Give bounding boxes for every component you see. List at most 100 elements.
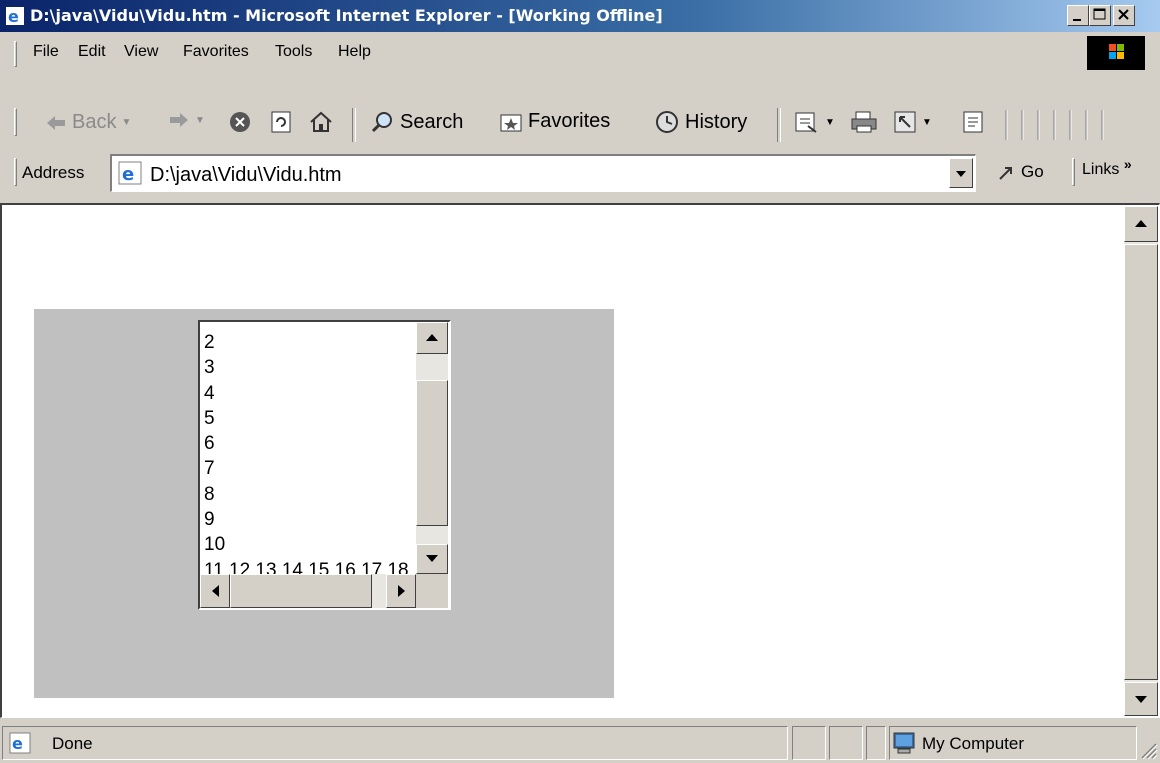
list-vertical-scrollbar[interactable] <box>416 322 448 574</box>
address-label: Address <box>22 163 85 182</box>
minimize-icon <box>1073 19 1081 21</box>
list-scroll-thumb[interactable] <box>416 380 448 526</box>
menu-grip[interactable] <box>14 41 17 67</box>
go-label: Go <box>1021 162 1044 181</box>
toolbar-empty-area <box>1005 110 1104 140</box>
status-pane: e <box>2 726 788 760</box>
list-item[interactable]: 6 <box>204 431 409 456</box>
list-scroll-left-button[interactable] <box>200 574 230 608</box>
list-scroll-corner <box>416 574 448 608</box>
list-item[interactable]: 5 <box>204 406 409 431</box>
minimize-button[interactable] <box>1067 5 1089 26</box>
printer-icon <box>851 111 877 133</box>
mail-dropdown-icon[interactable]: ▼ <box>825 117 835 128</box>
maximize-button[interactable] <box>1089 5 1111 26</box>
list-item[interactable]: 7 <box>204 456 409 481</box>
scroll-up-arrow-icon <box>426 334 438 341</box>
search-button[interactable]: Search <box>371 110 463 134</box>
menu-help[interactable]: Help <box>338 43 371 61</box>
list-item[interactable]: 8 <box>204 482 409 507</box>
scroll-up-button[interactable] <box>1124 206 1158 242</box>
menu-edit[interactable]: Edit <box>78 43 106 61</box>
forward-dropdown-icon[interactable]: ▼ <box>195 115 205 126</box>
list-hscroll-thumb[interactable] <box>230 574 372 608</box>
toolbar-separator <box>777 108 781 142</box>
back-arrow-icon <box>47 115 65 130</box>
scroll-down-arrow-icon <box>426 555 438 562</box>
links-grip[interactable] <box>1072 158 1075 186</box>
scroll-left-arrow-icon <box>212 585 219 597</box>
menu-tools[interactable]: Tools <box>275 43 312 61</box>
list-item[interactable]: 2 <box>204 330 409 355</box>
maximize-icon <box>1093 8 1106 20</box>
list-scroll-right-button[interactable] <box>386 574 416 608</box>
menu-file[interactable]: File <box>33 43 59 61</box>
forward-arrow-icon <box>170 113 188 127</box>
refresh-button[interactable] <box>270 110 292 134</box>
search-label: Search <box>400 110 464 133</box>
toolbar-grip[interactable] <box>14 108 17 136</box>
address-bar: Address e D:\java\Vidu\Vidu.htm Go Links… <box>0 148 1160 200</box>
back-dropdown-icon[interactable]: ▼ <box>121 117 131 128</box>
mail-button[interactable]: ▼ <box>794 110 835 134</box>
svg-text:e: e <box>8 7 19 25</box>
page-scroll-thumb[interactable] <box>1124 244 1158 680</box>
links-label: Links <box>1082 161 1120 178</box>
menu-favorites[interactable]: Favorites <box>183 43 249 61</box>
address-grip[interactable] <box>14 158 17 186</box>
applet-list-box[interactable]: 2 3 4 5 6 7 8 9 10 11 12 13 14 15 16 17 … <box>198 320 451 610</box>
edit-page-icon <box>894 111 916 133</box>
discuss-icon <box>963 111 983 133</box>
stop-button[interactable] <box>228 110 252 134</box>
list-item[interactable]: 3 <box>204 355 409 380</box>
close-icon <box>1118 9 1129 20</box>
history-button[interactable]: History <box>654 110 747 134</box>
zone-text: My Computer <box>922 734 1025 753</box>
svg-text:e: e <box>12 734 23 753</box>
edit-dropdown-icon[interactable]: ▼ <box>922 117 932 128</box>
menu-view[interactable]: View <box>124 43 158 61</box>
address-input[interactable]: e D:\java\Vidu\Vidu.htm <box>110 154 976 192</box>
svg-text:e: e <box>122 164 134 185</box>
history-icon <box>656 111 678 133</box>
title-bar[interactable]: e D:\java\Vidu\Vidu.htm - Microsoft Inte… <box>0 0 1160 32</box>
favorites-label: Favorites <box>528 110 611 132</box>
forward-button[interactable]: ▼ <box>168 111 205 129</box>
windows-flag-icon <box>1109 44 1124 59</box>
resize-grip-icon[interactable] <box>1138 740 1158 760</box>
refresh-icon <box>271 111 291 133</box>
window-title: D:\java\Vidu\Vidu.htm - Microsoft Intern… <box>30 6 663 25</box>
list-item[interactable]: 9 <box>204 507 409 532</box>
scroll-down-button[interactable] <box>1124 682 1158 716</box>
back-label: Back <box>72 111 117 133</box>
page-vertical-scrollbar[interactable] <box>1124 206 1158 716</box>
toolbar-separator <box>352 108 356 142</box>
page-ie-icon: e <box>9 732 31 754</box>
status-pane <box>829 726 863 760</box>
favorites-button[interactable]: Favorites <box>499 110 610 133</box>
list-scroll-down-button[interactable] <box>416 544 448 574</box>
edit-button[interactable]: ▼ <box>893 110 932 134</box>
status-text: Done <box>52 734 93 753</box>
back-button[interactable]: Back ▼ <box>45 111 131 134</box>
address-dropdown-button[interactable] <box>949 158 973 188</box>
go-button[interactable]: Go <box>996 161 1044 183</box>
list-item[interactable]: 4 <box>204 381 409 406</box>
status-pane <box>866 726 886 760</box>
list-item[interactable]: 10 <box>204 532 409 557</box>
list-scroll-up-button[interactable] <box>416 322 448 354</box>
links-button[interactable]: Links » <box>1082 156 1132 179</box>
status-bar: e Done My Computer <box>0 720 1160 763</box>
menu-bar: File Edit View Favorites Tools Help <box>0 33 1160 73</box>
close-button[interactable] <box>1113 5 1135 26</box>
history-label: History <box>685 110 748 133</box>
discuss-button[interactable] <box>961 110 985 134</box>
address-value: D:\java\Vidu\Vidu.htm <box>150 164 342 186</box>
print-button[interactable] <box>850 110 878 134</box>
list-horizontal-scrollbar[interactable] <box>200 574 416 608</box>
search-icon <box>371 112 392 133</box>
chevron-down-icon <box>956 171 966 177</box>
page-ie-icon: e <box>118 161 142 185</box>
home-button[interactable] <box>309 110 333 134</box>
mail-icon <box>795 112 817 133</box>
